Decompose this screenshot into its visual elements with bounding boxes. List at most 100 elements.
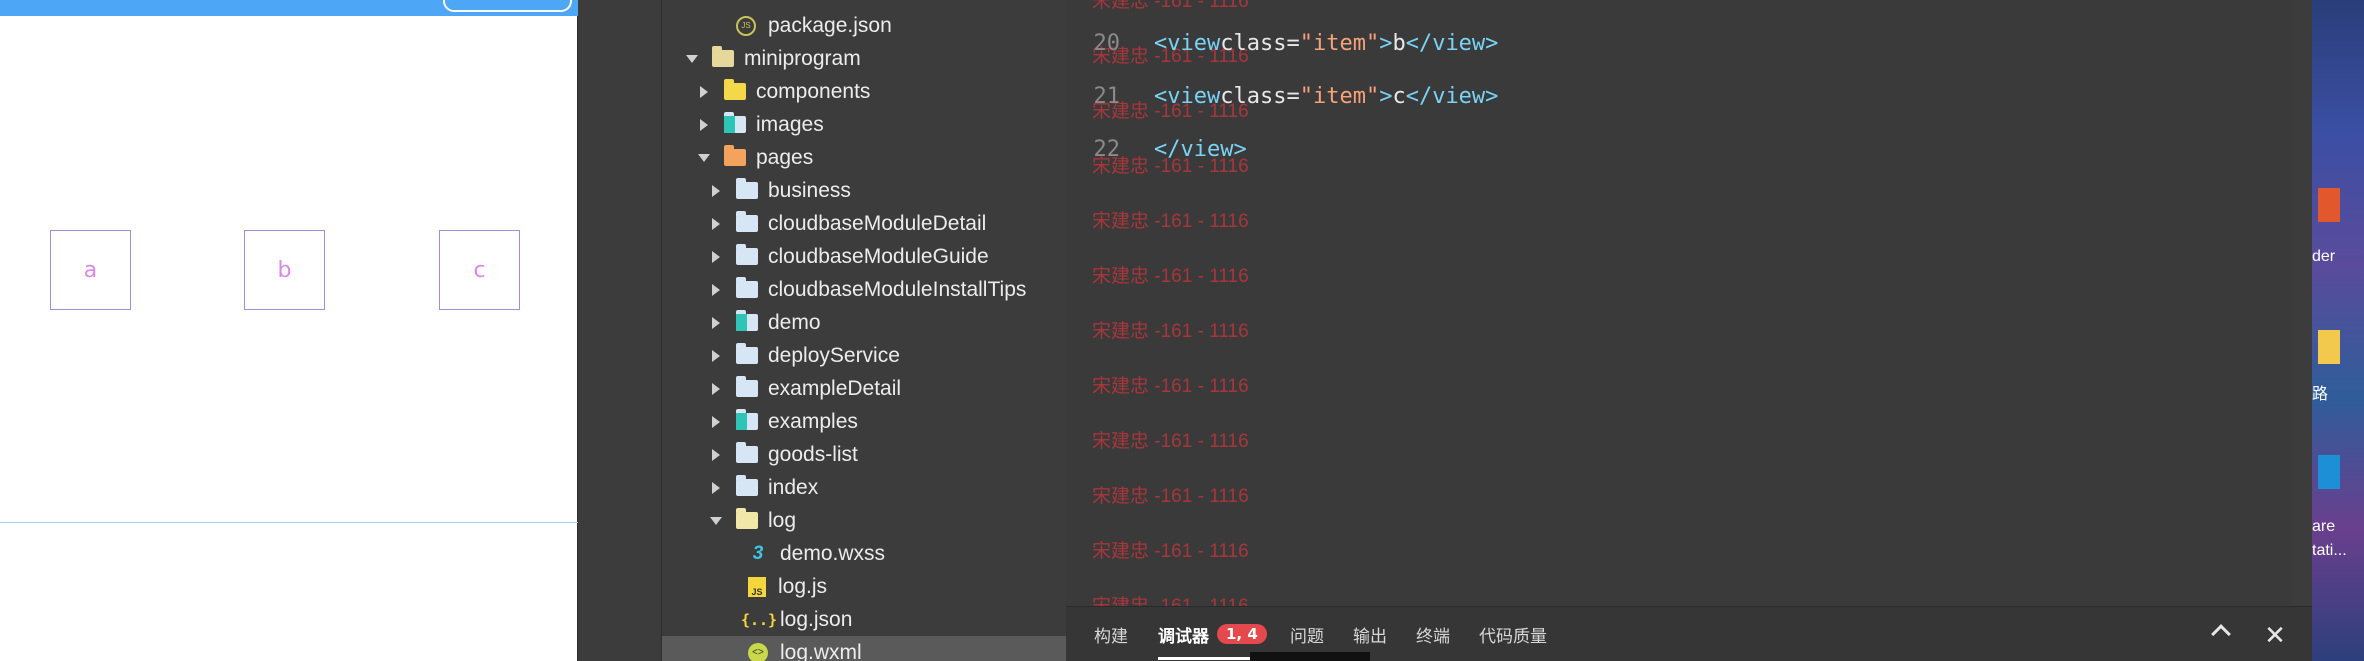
tree-item[interactable]: exampleDetail xyxy=(662,372,1066,405)
code-line[interactable]: 22 </view> xyxy=(1066,129,1247,169)
watermark-text: 宋建忠 -161 - 1116 xyxy=(1092,376,1249,397)
tab-terminal[interactable]: 终端 xyxy=(1416,619,1450,649)
tree-item[interactable]: deployService xyxy=(662,339,1066,372)
desktop-background: der 路 are tati... xyxy=(2312,0,2364,661)
tree-item[interactable]: images xyxy=(662,108,1066,141)
chevron-right-icon[interactable] xyxy=(710,383,722,395)
tree-item[interactable]: miniprogram xyxy=(662,42,1066,75)
tab-debugger[interactable]: 调试器 1, 4 xyxy=(1158,619,1267,660)
tree-item-label: pages xyxy=(756,145,814,169)
capsule-button[interactable] xyxy=(443,0,572,12)
tree-item-label: goods-list xyxy=(768,442,858,466)
simulator-preview: a b c xyxy=(0,0,578,661)
tree-item[interactable]: goods-list xyxy=(662,438,1066,471)
folder-icon xyxy=(736,409,758,430)
tree-item-label: images xyxy=(756,112,824,136)
close-icon[interactable]: ✕ xyxy=(2260,621,2290,651)
chevron-right-icon[interactable] xyxy=(710,482,722,494)
bottom-edge-bar xyxy=(1250,652,1370,661)
tree-item[interactable]: business xyxy=(662,174,1066,207)
chevron-right-icon[interactable] xyxy=(710,350,722,362)
preview-item-a[interactable]: a xyxy=(50,230,131,310)
preview-item-b[interactable]: b xyxy=(244,230,325,310)
code-editor[interactable]: 宋建忠 -161 - 1116 宋建忠 -161 - 1116 宋建忠 -161 -… xyxy=(1066,0,2292,606)
chevron-right-icon[interactable] xyxy=(710,416,722,428)
folder-icon[interactable] xyxy=(2318,330,2340,364)
tree-item[interactable]: log xyxy=(662,504,1066,537)
line-number: 22 xyxy=(1093,136,1121,162)
tree-item[interactable]: cloudbaseModuleInstallTips xyxy=(662,273,1066,306)
folder-icon xyxy=(736,442,758,463)
tree-item[interactable]: JS package.json xyxy=(662,9,1066,42)
tree-item[interactable]: {..} log.json xyxy=(662,603,1066,636)
tree-item-label: examples xyxy=(768,409,858,433)
bottom-panel: 构建 调试器 1, 4 问题 输出 终端 代码质量 ✕ xyxy=(1066,606,2312,661)
code-string: "item" xyxy=(1299,30,1380,56)
tree-item-label: log xyxy=(768,508,797,532)
chevron-down-icon[interactable] xyxy=(698,152,710,164)
tab-problems[interactable]: 问题 xyxy=(1290,619,1324,649)
folder-icon xyxy=(736,475,758,496)
preview-item-c[interactable]: c xyxy=(439,230,520,310)
tree-item-label: log.js xyxy=(778,574,828,598)
tree-item[interactable]: pages xyxy=(662,141,1066,174)
folder-icon xyxy=(724,145,746,166)
tab-code-quality[interactable]: 代码质量 xyxy=(1479,619,1547,649)
tree-item[interactable]: examples xyxy=(662,405,1066,438)
folder-icon xyxy=(712,46,734,67)
chevron-right-icon[interactable] xyxy=(710,185,722,197)
simulator-status-bar xyxy=(0,0,578,16)
folder-icon xyxy=(736,310,758,331)
tree-item[interactable]: cloudbaseModuleGuide xyxy=(662,240,1066,273)
folder-icon xyxy=(736,244,758,265)
chevron-right-icon[interactable] xyxy=(710,251,722,263)
tree-item-label: cloudbaseModuleGuide xyxy=(768,244,989,268)
chevron-right-icon[interactable] xyxy=(710,449,722,461)
watermark-text: 宋建忠 -161 - 1116 xyxy=(1092,431,1249,452)
package-file-icon: JS xyxy=(736,15,756,36)
tree-item-label: components xyxy=(756,79,871,103)
tree-item[interactable]: components xyxy=(662,75,1066,108)
tree-item[interactable]: 3 demo.wxss xyxy=(662,537,1066,570)
tab-build[interactable]: 构建 xyxy=(1094,619,1128,649)
app-icon[interactable] xyxy=(2318,188,2340,222)
tree-item-label: cloudbaseModuleInstallTips xyxy=(768,277,1027,301)
chevron-down-icon[interactable] xyxy=(686,53,698,65)
tree-item[interactable]: JS log.js xyxy=(662,570,1066,603)
code-line[interactable]: 20 <view class= "item" > b </view> xyxy=(1066,23,1499,63)
wxml-file-icon: <> xyxy=(748,642,768,661)
pane-gutter xyxy=(578,0,662,661)
watermark-text: 宋建忠 -161 - 1116 xyxy=(1092,486,1249,507)
chevron-right-icon[interactable] xyxy=(710,284,722,296)
code-tag: <view xyxy=(1154,83,1221,109)
app-icon[interactable] xyxy=(2318,455,2340,489)
chevron-right-icon[interactable] xyxy=(698,86,710,98)
chevron-right-icon[interactable] xyxy=(698,119,710,131)
tree-item-label: log.wxml xyxy=(780,640,862,661)
chevron-right-icon[interactable] xyxy=(710,218,722,230)
tree-item-label: deployService xyxy=(768,343,900,367)
folder-icon xyxy=(724,112,746,133)
code-tag: <view xyxy=(1154,30,1221,56)
desktop-label: are xyxy=(2312,518,2336,535)
chevron-up-icon[interactable] xyxy=(2211,624,2231,644)
tree-item[interactable]: demo xyxy=(662,306,1066,339)
code-line[interactable]: 21 <view class= "item" > c </view> xyxy=(1066,76,1499,116)
desktop-label: 路 xyxy=(2312,386,2329,403)
js-file-icon: JS xyxy=(748,576,766,597)
watermark-text: 宋建忠 -161 - 1116 xyxy=(1092,321,1249,342)
debugger-badge: 1, 4 xyxy=(1217,624,1267,644)
watermark-text: 宋建忠 -161 - 1116 xyxy=(1092,211,1249,232)
tree-item-label: business xyxy=(768,178,851,202)
chevron-right-icon[interactable] xyxy=(710,317,722,329)
tree-item[interactable]: index xyxy=(662,471,1066,504)
file-explorer: JS package.json miniprogram components image… xyxy=(662,0,1066,661)
folder-icon xyxy=(736,211,758,232)
desktop-label: der xyxy=(2312,248,2336,265)
tree-item[interactable]: <> log.wxml xyxy=(662,636,1066,661)
code-tag: </view> xyxy=(1405,83,1499,109)
tab-output[interactable]: 输出 xyxy=(1353,619,1387,649)
chevron-down-icon[interactable] xyxy=(710,515,722,527)
code-attribute: class= xyxy=(1220,30,1300,56)
tree-item[interactable]: cloudbaseModuleDetail xyxy=(662,207,1066,240)
